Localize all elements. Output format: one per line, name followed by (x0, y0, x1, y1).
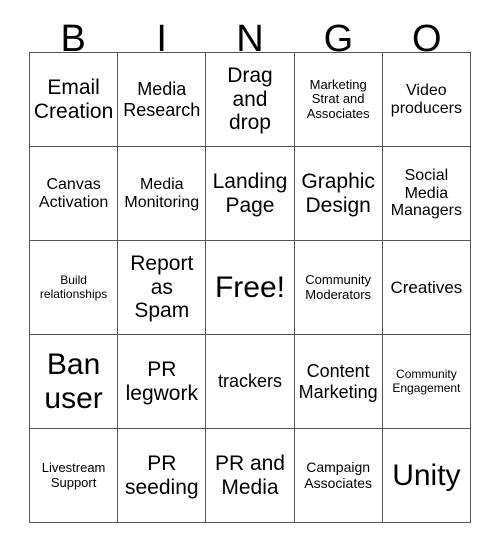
bingo-cell[interactable]: Email Creation (28, 52, 119, 147)
bingo-cell-label: Ban user (44, 347, 103, 415)
header-letter-i: I (156, 18, 167, 60)
bingo-cell-label: Creatives (390, 277, 463, 297)
bingo-cell-label: Drag and drop (227, 64, 273, 135)
bingo-cell[interactable]: Livestream Support (28, 428, 119, 523)
bingo-cell[interactable]: Media Monitoring (117, 146, 207, 241)
bingo-cell-label: Marketing Strat and Associates (306, 76, 370, 121)
bingo-cell[interactable]: Community Moderators (293, 240, 383, 335)
bingo-cell-label: Content Marketing (298, 361, 378, 402)
bingo-cell-label: Media Monitoring (124, 175, 200, 211)
bingo-cell-label: Social Media Managers (390, 166, 462, 220)
bingo-cell-label: Canvas Activation (38, 175, 109, 211)
bingo-cell-label: Community Engagement (392, 367, 461, 395)
bingo-cell-label: Report as Spam (130, 252, 194, 323)
bingo-cell[interactable]: PR and Media (205, 428, 295, 523)
bingo-cell[interactable]: Landing Page (205, 146, 295, 241)
bingo-grid: Email Creation Media Research Drag and d… (28, 52, 472, 523)
bingo-cell[interactable]: Social Media Managers (381, 146, 472, 241)
bingo-cell[interactable]: Unity (381, 428, 472, 523)
bingo-cell[interactable]: Canvas Activation (28, 146, 119, 241)
bingo-cell[interactable]: Graphic Design (293, 146, 383, 241)
bingo-card: B I N G O Email Creation Media Research … (0, 0, 500, 544)
bingo-cell-free[interactable]: Free! (205, 240, 295, 335)
bingo-row: Ban user PR legwork trackers Content Mar… (28, 334, 472, 429)
bingo-cell-label: Free! (214, 270, 285, 304)
bingo-cell-label: Video producers (390, 81, 462, 117)
bingo-cell-label: trackers (217, 371, 282, 392)
header-letter-o: O (412, 18, 442, 60)
bingo-cell-label: Build relationships (39, 273, 108, 301)
bingo-cell[interactable]: Content Marketing (293, 334, 383, 429)
bingo-cell-label: Unity (392, 458, 461, 492)
bingo-row: Canvas Activation Media Monitoring Landi… (28, 146, 472, 241)
bingo-cell-label: PR and Media (214, 451, 285, 499)
bingo-cell[interactable]: Media Research (117, 52, 207, 147)
bingo-cell-label: PR seeding (125, 451, 199, 499)
bingo-cell-label: Community Moderators (305, 271, 372, 302)
header-letter-b: B (60, 18, 86, 60)
bingo-cell[interactable]: Video producers (381, 52, 472, 147)
bingo-cell-label: Landing Page (212, 169, 288, 217)
bingo-header: B I N G O (29, 0, 471, 60)
bingo-row: Email Creation Media Research Drag and d… (28, 52, 472, 147)
bingo-cell[interactable]: Build relationships (28, 240, 119, 335)
bingo-cell[interactable]: PR seeding (117, 428, 207, 523)
bingo-cell-label: Campaign Associates (304, 458, 372, 491)
bingo-cell-label: Email Creation (33, 75, 114, 123)
bingo-cell[interactable]: Drag and drop (205, 52, 295, 147)
bingo-cell-label: Media Research (123, 79, 201, 120)
bingo-cell[interactable]: Community Engagement (381, 334, 472, 429)
bingo-cell[interactable]: Report as Spam (117, 240, 207, 335)
bingo-cell-label: Livestream Support (41, 459, 106, 490)
bingo-row: Build relationships Report as Spam Free!… (28, 240, 472, 335)
bingo-cell[interactable]: Creatives (381, 240, 472, 335)
bingo-cell[interactable]: PR legwork (117, 334, 207, 429)
header-letter-g: G (323, 18, 354, 60)
bingo-cell[interactable]: trackers (205, 334, 295, 429)
bingo-cell-label: Graphic Design (301, 169, 375, 217)
header-letter-n: N (236, 18, 264, 60)
bingo-row: Livestream Support PR seeding PR and Med… (28, 428, 472, 523)
bingo-cell[interactable]: Campaign Associates (293, 428, 383, 523)
bingo-cell[interactable]: Ban user (28, 334, 119, 429)
bingo-cell[interactable]: Marketing Strat and Associates (293, 52, 383, 147)
bingo-cell-label: PR legwork (125, 357, 198, 405)
